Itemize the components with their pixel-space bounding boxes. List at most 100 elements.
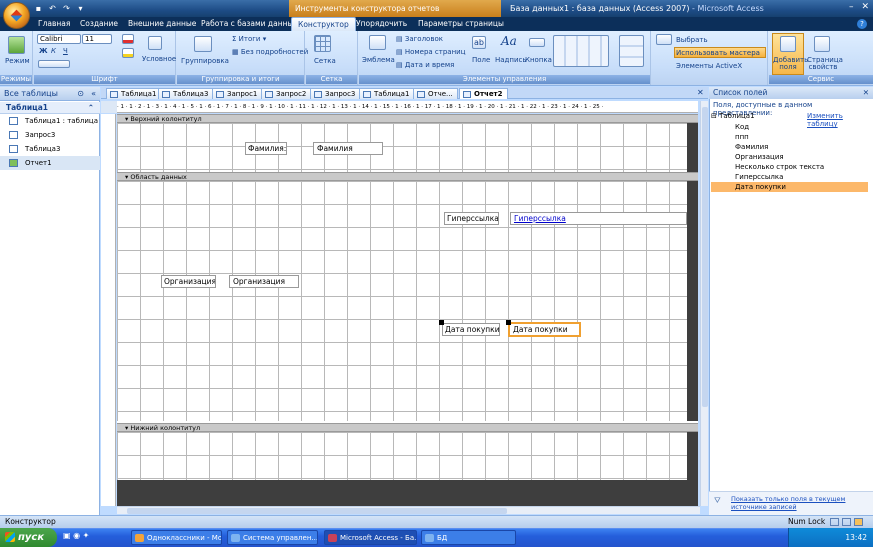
move-handle[interactable]	[439, 320, 444, 325]
detail-section-bar[interactable]: ▾ Область данных	[117, 172, 698, 181]
page-footer-section-bar[interactable]: ▾ Нижний колонтитул	[117, 423, 698, 432]
move-handle[interactable]	[506, 320, 511, 325]
align-icons[interactable]	[38, 60, 70, 68]
field-list-item[interactable]: Фамилия	[711, 142, 868, 152]
doc-tab-table1-b[interactable]: Таблица1	[359, 88, 415, 99]
tab-external-data[interactable]: Внешние данные	[122, 17, 202, 31]
view-icon[interactable]	[8, 36, 25, 54]
quick-launch-icon[interactable]: ◉	[73, 531, 80, 540]
select-label[interactable]: Выбрать	[676, 36, 708, 44]
field-label[interactable]: Поле	[472, 56, 490, 64]
view-shortcut-icon[interactable]	[830, 518, 839, 526]
tab-arrange[interactable]: Упорядочить	[350, 17, 413, 31]
taskbar-task-active[interactable]: Microsoft Access - Ба...	[324, 530, 417, 545]
tab-database-tools[interactable]: Работа с базами данных	[195, 17, 304, 31]
italic-button[interactable]: К	[51, 47, 56, 55]
controls-gallery[interactable]	[553, 35, 609, 67]
close-icon[interactable]: ✕	[863, 87, 869, 99]
label-control-label[interactable]: Надпись	[495, 56, 527, 64]
gridlines-icon[interactable]	[314, 35, 331, 52]
conditional-format-icon[interactable]	[148, 36, 162, 50]
quick-launch-icon[interactable]: ▣	[63, 531, 71, 540]
nav-item-table1[interactable]: Таблица1 : таблица	[0, 114, 100, 128]
title-button[interactable]: ▤ Заголовок	[396, 35, 443, 43]
purchase-date-label[interactable]: Дата покупки:	[442, 323, 500, 336]
field-list-item-selected[interactable]: Дата покупки	[711, 182, 868, 192]
hide-details-button[interactable]: ▦ Без подробностей	[232, 48, 308, 56]
doc-tab-table1[interactable]: Таблица1	[106, 88, 162, 99]
taskbar-task[interactable]: Система управлен...	[227, 530, 318, 545]
help-icon[interactable]: ?	[857, 19, 867, 29]
label-icon[interactable]: Aa	[501, 34, 517, 48]
minimize-button[interactable]: –	[849, 2, 854, 12]
doc-tab-query2[interactable]: Запрос2	[261, 88, 312, 99]
organization-textbox[interactable]: Организация	[229, 275, 299, 288]
bold-button[interactable]: Ж	[39, 47, 48, 55]
tab-home[interactable]: Главная	[32, 17, 76, 31]
page-numbers-button[interactable]: ▤ Номера страниц	[396, 48, 466, 56]
taskbar-task[interactable]: БД	[421, 530, 516, 545]
doc-tab-table3[interactable]: Таблица3	[158, 88, 214, 99]
purchase-date-textbox[interactable]: Дата покупки	[508, 322, 581, 337]
field-list-item[interactable]: Код	[711, 122, 868, 132]
tab-create[interactable]: Создание	[74, 17, 124, 31]
surname-textbox[interactable]: Фамилия	[313, 142, 383, 155]
surname-label[interactable]: Фамилия:	[245, 142, 287, 155]
field-list-table[interactable]: ⊟ Таблица1	[711, 112, 755, 120]
font-name-select[interactable]: Calibri	[37, 34, 81, 44]
ruler-corner[interactable]	[101, 101, 117, 113]
save-icon[interactable]: ▪	[33, 3, 44, 14]
design-view-icon[interactable]	[854, 518, 863, 526]
clock[interactable]: 13:42	[845, 533, 867, 542]
select-icon[interactable]	[656, 34, 672, 45]
grouping-icon[interactable]	[194, 36, 212, 52]
property-sheet-icon[interactable]	[814, 36, 830, 52]
doc-tab-query1[interactable]: Запрос1	[212, 88, 263, 99]
undo-icon[interactable]: ↶	[47, 3, 58, 14]
scroll-thumb[interactable]	[127, 508, 507, 514]
tab-page-setup[interactable]: Параметры страницы	[412, 17, 510, 31]
scroll-thumb[interactable]	[702, 107, 708, 407]
doc-tab-report2[interactable]: Отчет2	[459, 88, 508, 99]
page-footer-grid[interactable]	[117, 432, 687, 480]
use-wizard-label[interactable]: Использовать мастера	[676, 49, 760, 57]
tab-design[interactable]: Конструктор	[291, 17, 356, 31]
page-header-section-bar[interactable]: ▾ Верхний колонтитул	[117, 114, 698, 123]
field-list-item[interactable]: Организация	[711, 152, 868, 162]
underline-button[interactable]: Ч	[63, 47, 68, 55]
button-control-label[interactable]: Кнопка	[525, 56, 552, 64]
collapse-minus-icon[interactable]: ⊟	[711, 112, 717, 120]
field-list-item[interactable]: Несколько строк текста	[711, 162, 868, 172]
doc-tab-query3[interactable]: Запрос3	[310, 88, 361, 99]
view-shortcut-icon[interactable]	[842, 518, 851, 526]
logo-label[interactable]: Эмблема	[362, 56, 395, 64]
vertical-scrollbar[interactable]	[700, 101, 708, 506]
nav-group-header[interactable]: Таблица1 ⌃	[0, 102, 100, 114]
field-icon[interactable]: ab	[472, 36, 486, 49]
page-header-grid[interactable]	[117, 123, 687, 176]
redo-icon[interactable]: ↷	[61, 3, 72, 14]
doc-tab-report-truncated[interactable]: Отче...	[413, 88, 458, 99]
organization-label[interactable]: Организация:	[161, 275, 216, 288]
font-color-icon[interactable]	[122, 34, 134, 44]
line-style-gallery[interactable]	[619, 35, 644, 67]
nav-item-report1[interactable]: Отчет1	[0, 156, 100, 170]
chevron-up-icon[interactable]: ⌃	[88, 102, 94, 114]
nav-item-query3[interactable]: Запрос3	[0, 128, 100, 142]
horizontal-scrollbar[interactable]	[117, 506, 700, 514]
close-document-icon[interactable]: ✕	[697, 88, 704, 97]
grouping-label[interactable]: Группировка	[181, 57, 229, 65]
field-list-item[interactable]: ппп	[711, 132, 868, 142]
hyperlink-textbox[interactable]: Гиперссылка	[510, 212, 687, 225]
view-button-label[interactable]: Режим	[5, 57, 30, 65]
property-sheet-label[interactable]: Страница свойств	[807, 57, 843, 71]
report-design-surface[interactable]: ▾ Верхний колонтитул ▾ Область данных ▾ …	[117, 114, 698, 507]
logo-icon[interactable]	[369, 35, 386, 50]
field-list-item[interactable]: Гиперссылка	[711, 172, 868, 182]
start-button[interactable]: пуск	[0, 528, 57, 547]
totals-button[interactable]: Σ Итоги ▾	[232, 35, 266, 43]
nav-item-table3[interactable]: Таблица3	[0, 142, 100, 156]
office-button[interactable]	[3, 2, 30, 29]
show-current-fields-link[interactable]: Показать только поля в текущем источнике…	[731, 495, 871, 511]
font-size-select[interactable]: 11	[82, 34, 112, 44]
